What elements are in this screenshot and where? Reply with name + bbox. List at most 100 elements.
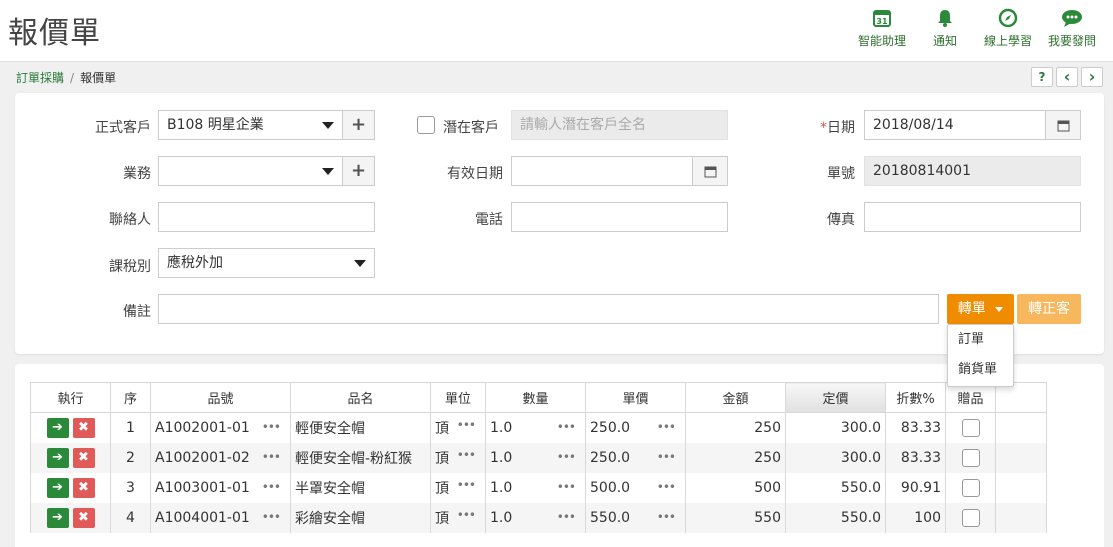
breadcrumb-current: 報價單: [80, 71, 117, 85]
row-unit[interactable]: 頂 •••: [430, 502, 486, 533]
more-icon[interactable]: •••: [457, 418, 476, 432]
date-input[interactable]: 2018/08/14: [864, 110, 1046, 140]
more-icon[interactable]: •••: [262, 480, 281, 494]
row-price[interactable]: 550.0 •••: [585, 502, 686, 533]
dropdown-item-sales-slip[interactable]: 銷貨單: [948, 355, 1013, 385]
more-icon[interactable]: •••: [262, 420, 281, 434]
header-list-price[interactable]: 定價: [785, 382, 886, 413]
prospect-label: 潛在客戶: [443, 120, 499, 136]
row-code-text: A1002001-02: [155, 449, 250, 466]
row-qty[interactable]: 1.0 •••: [485, 442, 586, 473]
next-button[interactable]: ›: [1081, 67, 1103, 87]
toolbar-assistant-button[interactable]: 31 智能助理: [856, 8, 908, 49]
tax-select[interactable]: 應稅外加: [158, 248, 375, 278]
row-unit[interactable]: 頂 •••: [430, 412, 486, 443]
prospect-checkbox[interactable]: [417, 116, 435, 134]
calendar-icon: [704, 166, 716, 177]
toolbar-ask-label: 我要發問: [1047, 34, 1096, 48]
toolbar-ask-button[interactable]: 我要發問: [1046, 8, 1098, 49]
more-icon[interactable]: •••: [557, 420, 576, 434]
row-price-text: 250.0: [590, 449, 631, 466]
gift-checkbox[interactable]: [961, 478, 980, 497]
arrow-right-icon[interactable]: ➔: [46, 417, 69, 438]
customer-select[interactable]: B108 明星企業: [158, 110, 343, 140]
phone-input[interactable]: [511, 202, 728, 232]
more-icon[interactable]: •••: [557, 510, 576, 524]
row-qty[interactable]: 1.0 •••: [485, 472, 586, 503]
to-customer-button[interactable]: 轉正客: [1017, 294, 1081, 324]
toolbar-notify-label: 通知: [932, 34, 957, 48]
more-icon[interactable]: •••: [457, 448, 476, 462]
more-icon[interactable]: •••: [657, 450, 676, 464]
top-bar: 報價單 31 智能助理 通知 線上學習 我要發問: [0, 0, 1113, 62]
header-price: 單價: [585, 382, 686, 413]
more-icon[interactable]: •••: [557, 480, 576, 494]
memo-textarea[interactable]: [158, 294, 939, 324]
toolbar-learning-button[interactable]: 線上學習: [982, 8, 1034, 49]
row-list-price: 300.0: [785, 412, 886, 443]
arrow-right-icon[interactable]: ➔: [46, 447, 69, 468]
convert-button[interactable]: 轉單: [947, 294, 1014, 324]
delete-icon[interactable]: ✖: [72, 477, 95, 498]
valid-date-label: 有效日期: [447, 166, 503, 182]
row-price[interactable]: 250.0 •••: [585, 442, 686, 473]
arrow-right-icon[interactable]: ➔: [46, 477, 69, 498]
delete-icon[interactable]: ✖: [72, 447, 95, 468]
help-button[interactable]: ?: [1031, 67, 1053, 87]
contact-input[interactable]: [158, 202, 375, 232]
valid-date-calendar-button[interactable]: [692, 156, 728, 186]
breadcrumb-parent-link[interactable]: 訂單採購: [16, 71, 64, 85]
row-name: 輕便安全帽: [290, 412, 431, 443]
more-icon[interactable]: •••: [457, 478, 476, 492]
row-qty[interactable]: 1.0 •••: [485, 502, 586, 533]
customer-label: 正式客戶: [95, 120, 151, 136]
row-price[interactable]: 250.0 •••: [585, 412, 686, 443]
delete-icon[interactable]: ✖: [72, 417, 95, 438]
sales-select[interactable]: [158, 156, 343, 186]
breadcrumb-separator: /: [70, 71, 75, 85]
header-unit: 單位: [430, 382, 486, 413]
valid-date-input[interactable]: [511, 156, 693, 186]
row-name: 半罩安全帽: [290, 472, 431, 503]
gift-checkbox[interactable]: [961, 448, 980, 467]
breadcrumb: 訂單採購 / 報價單: [16, 69, 116, 86]
row-unit[interactable]: 頂 •••: [430, 442, 486, 473]
prev-button[interactable]: ‹: [1056, 67, 1078, 87]
row-code[interactable]: A1003001-01 •••: [150, 472, 291, 503]
number-input[interactable]: 20180814001: [864, 156, 1081, 186]
row-unit[interactable]: 頂 •••: [430, 472, 486, 503]
gift-checkbox[interactable]: [961, 508, 980, 527]
more-icon[interactable]: •••: [262, 450, 281, 464]
delete-icon[interactable]: ✖: [72, 507, 95, 528]
prospect-input[interactable]: 請輸人潛在客戶全名: [511, 110, 728, 140]
more-icon[interactable]: •••: [557, 450, 576, 464]
row-seq: 4: [110, 502, 151, 533]
more-icon[interactable]: •••: [657, 480, 676, 494]
gift-checkbox[interactable]: [961, 418, 980, 437]
header-execute: 執行: [30, 382, 111, 413]
date-calendar-button[interactable]: [1045, 110, 1081, 140]
row-gift: [945, 472, 996, 503]
fax-input[interactable]: [864, 202, 1081, 232]
row-code[interactable]: A1002001-01 •••: [150, 412, 291, 443]
row-amount: 550: [685, 502, 786, 533]
add-customer-button[interactable]: +: [342, 110, 375, 140]
chevron-down-icon: [354, 260, 366, 267]
more-icon[interactable]: •••: [657, 420, 676, 434]
dropdown-item-order[interactable]: 訂單: [948, 325, 1013, 355]
toolbar-notify-button[interactable]: 通知: [930, 8, 960, 49]
more-icon[interactable]: •••: [457, 508, 476, 522]
more-icon[interactable]: •••: [657, 510, 676, 524]
add-sales-button[interactable]: +: [342, 156, 375, 186]
header-amount: 金額: [685, 382, 786, 413]
more-icon[interactable]: •••: [262, 510, 281, 524]
row-price[interactable]: 500.0 •••: [585, 472, 686, 503]
row-code[interactable]: A1004001-01 •••: [150, 502, 291, 533]
items-table-card: 執行 序 品號 品名 單位 數量 單價 金額 定價 折數% 贈品 ➔ ✖ 1 A1…: [15, 364, 1104, 547]
date-label-text: 日期: [827, 120, 855, 136]
arrow-right-icon[interactable]: ➔: [46, 507, 69, 528]
row-discount: 100: [885, 502, 946, 533]
row-gift: [945, 502, 996, 533]
row-qty[interactable]: 1.0 •••: [485, 412, 586, 443]
row-code[interactable]: A1002001-02 •••: [150, 442, 291, 473]
